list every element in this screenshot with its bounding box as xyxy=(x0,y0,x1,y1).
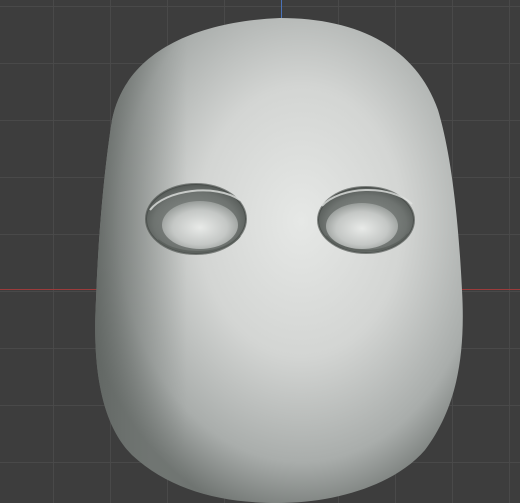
right-eyeball xyxy=(326,203,398,249)
left-eyeball xyxy=(162,201,238,249)
3d-viewport[interactable] xyxy=(0,0,520,503)
right-eye-socket xyxy=(317,186,415,254)
head-model[interactable] xyxy=(0,0,520,503)
left-eye-socket xyxy=(145,183,247,255)
